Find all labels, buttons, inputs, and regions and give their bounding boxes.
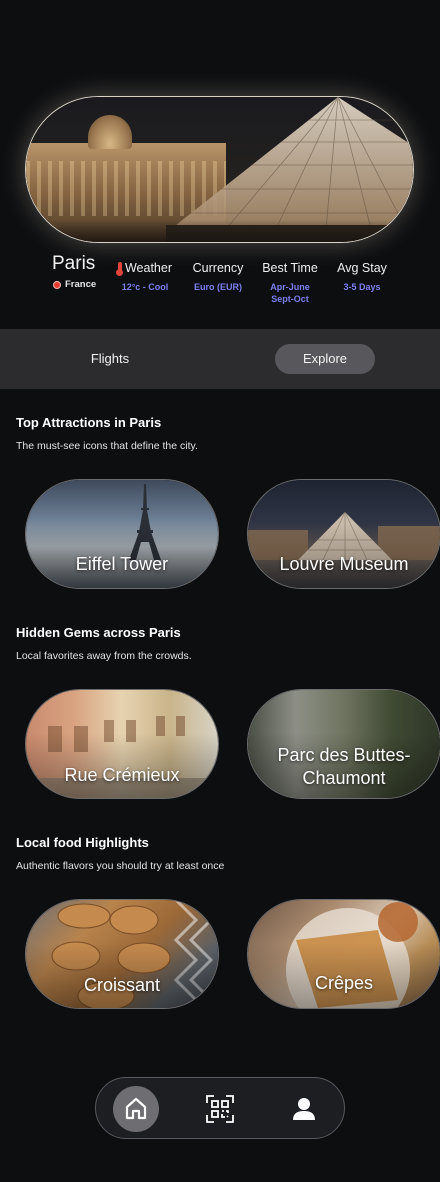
home-icon <box>125 1097 147 1120</box>
tab-flights[interactable]: Flights <box>60 344 160 374</box>
location-pin-icon <box>53 280 61 289</box>
bottom-navigation <box>95 1077 345 1139</box>
hero-reflection <box>26 220 413 242</box>
info-avg-stay: Avg Stay 3-5 Days <box>333 261 391 293</box>
card-crepes[interactable]: Crêpes <box>247 899 440 1009</box>
card-eiffel-tower[interactable]: Eiffel Tower <box>25 479 219 589</box>
card-label: Rue Crémieux <box>64 765 180 785</box>
weather-label: Weather <box>124 261 172 275</box>
section-subtitle-local-food: Authentic flavors you should try at leas… <box>16 860 225 872</box>
info-best-time: Best Time Apr-June Sept-Oct <box>259 261 321 305</box>
thermometer-icon <box>116 262 124 276</box>
info-weather: Weather 12°c - Cool <box>113 261 177 293</box>
section-subtitle-hidden-gems: Local favorites away from the crowds. <box>16 650 192 662</box>
card-rue-cremieux[interactable]: Rue Crémieux <box>25 689 219 799</box>
qr-scan-icon <box>206 1095 234 1123</box>
currency-label: Currency <box>192 261 244 275</box>
section-subtitle-top-attractions: The must-see icons that define the city. <box>16 440 198 452</box>
nav-profile-button[interactable] <box>281 1086 327 1132</box>
nav-home-button[interactable] <box>113 1086 159 1132</box>
section-title-hidden-gems: Hidden Gems across Paris <box>16 625 181 640</box>
hero-image-louvre <box>25 96 414 243</box>
nav-scan-button[interactable] <box>197 1086 243 1132</box>
best-time-value: Apr-June <box>270 282 310 292</box>
card-label: Eiffel Tower <box>75 554 169 574</box>
country-name: France <box>65 279 97 290</box>
profile-icon <box>293 1098 315 1120</box>
avg-stay-label: Avg Stay <box>337 261 387 275</box>
card-label: Crêpes <box>314 973 374 993</box>
avg-stay-value: 3-5 Days <box>343 282 381 292</box>
section-title-local-food: Local food Highlights <box>16 835 149 850</box>
card-louvre-museum[interactable]: Louvre Museum <box>247 479 440 589</box>
card-croissant[interactable]: Croissant <box>25 899 219 1009</box>
tab-bar: Flights Explore <box>0 329 440 389</box>
currency-value: Euro (EUR) <box>194 282 242 292</box>
city-name: Paris <box>52 253 96 274</box>
card-label: Louvre Museum <box>279 554 409 574</box>
weather-value: 12°c - Cool <box>121 282 169 292</box>
tab-explore[interactable]: Explore <box>275 344 375 374</box>
best-time-value-2: Sept-Oct <box>271 294 309 304</box>
country-row: France <box>53 279 96 290</box>
card-parc-des-buttes-chaumont[interactable]: Parc des Buttes-Chaumont <box>247 689 440 799</box>
card-label: Parc des Buttes-Chaumont <box>277 745 411 788</box>
card-label: Croissant <box>83 975 161 995</box>
section-title-top-attractions: Top Attractions in Paris <box>16 415 162 430</box>
info-currency: Currency Euro (EUR) <box>189 261 247 293</box>
best-time-label: Best Time <box>262 261 318 275</box>
